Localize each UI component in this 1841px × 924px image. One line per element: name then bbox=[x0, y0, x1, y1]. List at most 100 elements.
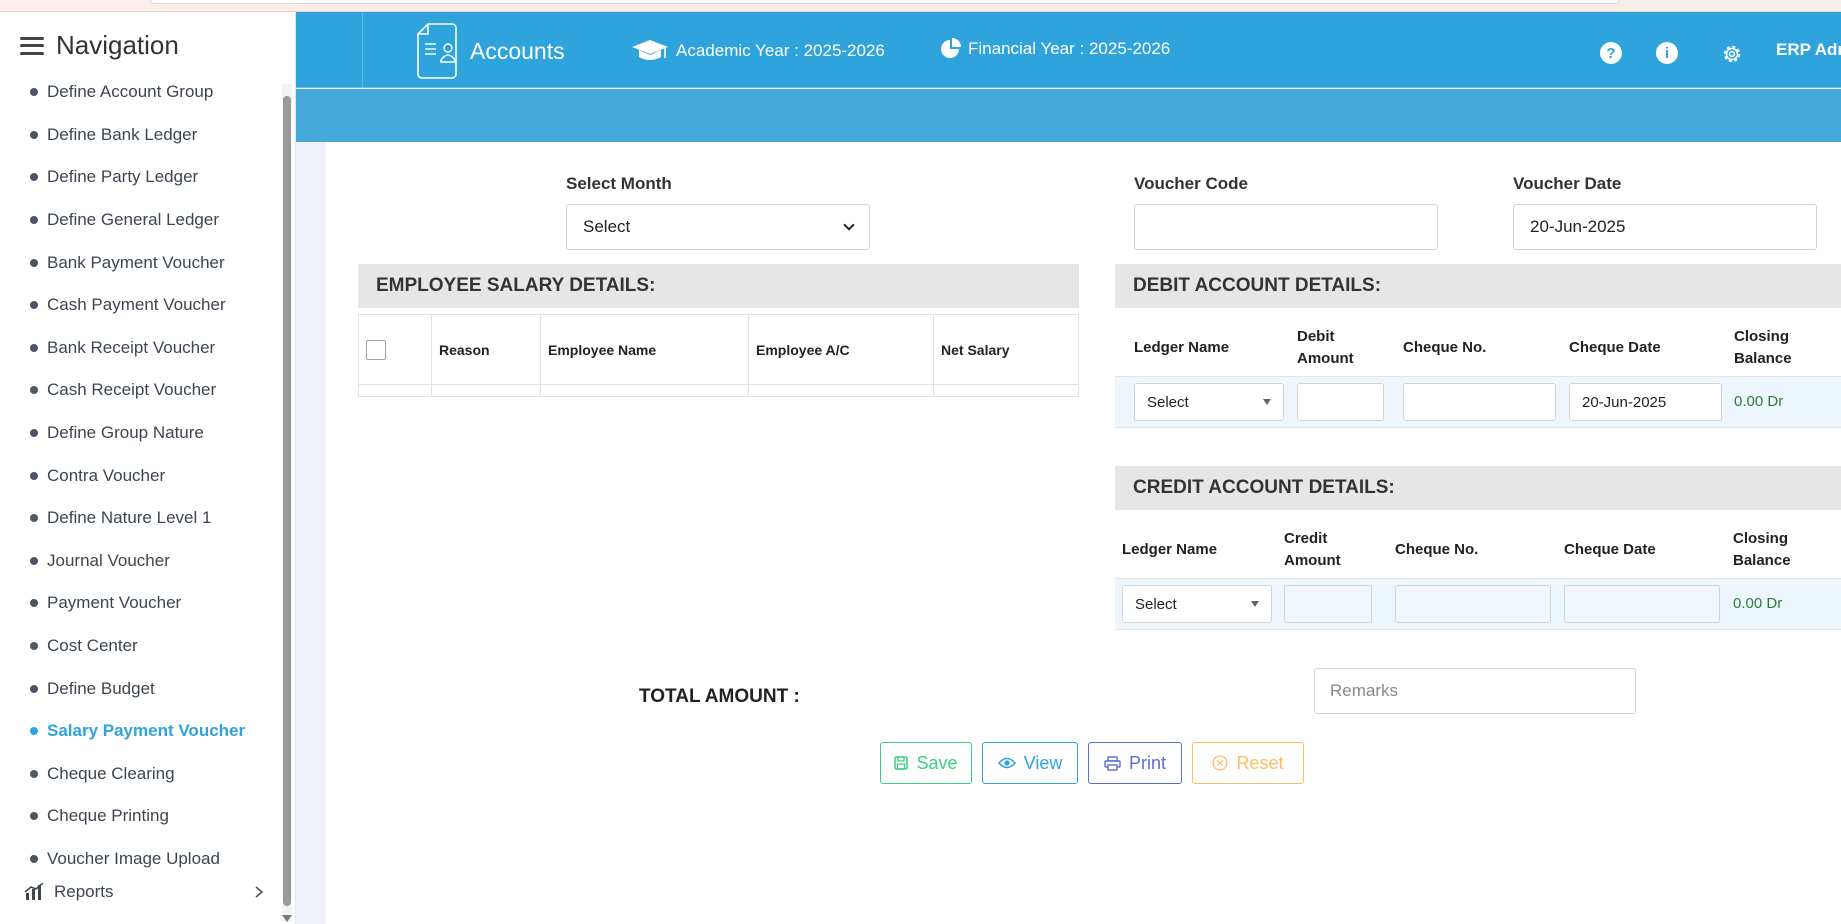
sidebar-item-cheque-printing[interactable]: Cheque Printing bbox=[0, 795, 280, 838]
sidebar-item-cheque-clearing[interactable]: Cheque Clearing bbox=[0, 753, 280, 796]
select-month-dropdown[interactable]: Select bbox=[566, 204, 870, 250]
navigation-header: Navigation bbox=[20, 30, 179, 61]
voucher-code-label: Voucher Code bbox=[1134, 174, 1248, 193]
sidebar-item-cash-receipt-voucher[interactable]: Cash Receipt Voucher bbox=[0, 369, 280, 412]
sidebar-item-cash-payment-voucher[interactable]: Cash Payment Voucher bbox=[0, 284, 280, 327]
sidebar-item-label: Journal Voucher bbox=[47, 550, 170, 570]
bullet-icon bbox=[30, 130, 38, 139]
sidebar-item-label: Define Nature Level 1 bbox=[47, 508, 212, 528]
sidebar-item-define-group-nature[interactable]: Define Group Nature bbox=[0, 412, 280, 455]
table-header-row: Reason Employee Name Employee A/C Net Sa… bbox=[358, 314, 1079, 385]
debit-amount-input[interactable] bbox=[1297, 383, 1384, 421]
hamburger-menu-icon[interactable] bbox=[20, 36, 44, 55]
sidebar-item-bank-receipt-voucher[interactable]: Bank Receipt Voucher bbox=[0, 327, 280, 370]
save-button[interactable]: Save bbox=[880, 742, 972, 784]
print-button[interactable]: Print bbox=[1088, 742, 1182, 784]
select-month-label: Select Month bbox=[566, 174, 672, 193]
sidebar-item-label: Voucher Image Upload bbox=[47, 848, 220, 868]
bullet-icon bbox=[30, 684, 38, 693]
sidebar: Navigation Define Account Group Define Ba… bbox=[0, 12, 296, 924]
scroll-down-arrow-icon[interactable] bbox=[282, 915, 292, 922]
bullet-icon bbox=[30, 258, 38, 267]
financial-year[interactable]: Financial Year : 2025-2026 bbox=[940, 38, 1170, 60]
sidebar-item-salary-payment-voucher[interactable]: Salary Payment Voucher bbox=[0, 710, 280, 753]
credit-amount-input[interactable] bbox=[1284, 585, 1372, 623]
save-label: Save bbox=[916, 752, 958, 773]
sidebar-scrollbar[interactable] bbox=[282, 84, 292, 922]
bullet-icon bbox=[30, 173, 38, 182]
select-month-value: Select bbox=[583, 217, 631, 236]
column-header: Employee A/C bbox=[748, 314, 934, 385]
sidebar-item-define-general-ledger[interactable]: Define General Ledger bbox=[0, 199, 280, 242]
sidebar-item-voucher-image-upload[interactable]: Voucher Image Upload bbox=[0, 838, 280, 874]
sidebar-item-label: Define Party Ledger bbox=[47, 167, 199, 187]
debit-cheque-date-input[interactable]: 20-Jun-2025 bbox=[1569, 383, 1722, 421]
view-button[interactable]: View bbox=[982, 742, 1078, 784]
info-button[interactable]: i bbox=[1656, 42, 1678, 64]
debit-cheque-no-input[interactable] bbox=[1403, 383, 1556, 421]
bullet-icon bbox=[30, 642, 38, 651]
sidebar-item-define-account-group[interactable]: Define Account Group bbox=[0, 84, 280, 114]
credit-closing-balance: 0.00 Dr bbox=[1733, 595, 1783, 612]
sidebar-item-define-bank-ledger[interactable]: Define Bank Ledger bbox=[0, 114, 280, 157]
bullet-icon bbox=[30, 471, 38, 480]
sidebar-item-label: Bank Payment Voucher bbox=[47, 252, 225, 272]
dropdown-arrow-icon bbox=[1251, 601, 1259, 607]
column-header: Cheque Date bbox=[1569, 339, 1661, 356]
browser-address-edge bbox=[150, 0, 1620, 4]
debit-closing-balance: 0.00 Dr bbox=[1734, 393, 1784, 410]
sidebar-item-label: Salary Payment Voucher bbox=[47, 721, 246, 741]
bullet-icon bbox=[30, 599, 38, 608]
sidebar-item-label: Define Bank Ledger bbox=[47, 124, 198, 144]
column-header: Credit Amount bbox=[1284, 530, 1341, 569]
sidebar-menu: Define Account Group Define Bank Ledger De… bbox=[0, 84, 280, 874]
print-label: Print bbox=[1128, 752, 1166, 773]
app-name: Accounts bbox=[470, 37, 565, 64]
settings-button[interactable] bbox=[1720, 42, 1744, 66]
help-button[interactable]: ? bbox=[1600, 42, 1622, 64]
sidebar-item-label: Bank Receipt Voucher bbox=[47, 337, 216, 357]
top-header: Accounts Academic Year : 2025-2026 Finan… bbox=[296, 12, 1841, 88]
total-amount-label: TOTAL AMOUNT : bbox=[639, 686, 800, 707]
scrollbar-thumb[interactable] bbox=[283, 96, 291, 906]
sidebar-item-payment-voucher[interactable]: Payment Voucher bbox=[0, 582, 280, 625]
app-title[interactable]: Accounts bbox=[416, 22, 565, 80]
sidebar-item-contra-voucher[interactable]: Contra Voucher bbox=[0, 454, 280, 497]
voucher-date-input[interactable]: 20-Jun-2025 bbox=[1513, 204, 1817, 250]
sidebar-item-bank-payment-voucher[interactable]: Bank Payment Voucher bbox=[0, 241, 280, 284]
credit-ledger-select[interactable]: Select bbox=[1122, 585, 1272, 623]
voucher-code-input[interactable] bbox=[1134, 204, 1438, 250]
accounts-document-icon bbox=[417, 23, 457, 79]
eye-icon bbox=[997, 757, 1016, 769]
sidebar-item-label: Define General Ledger bbox=[47, 210, 220, 230]
help-icon[interactable]: ? bbox=[1600, 42, 1622, 64]
user-menu[interactable]: ERP Adr bbox=[1776, 40, 1841, 60]
chevron-right-icon bbox=[255, 886, 264, 898]
info-icon[interactable]: i bbox=[1656, 42, 1678, 64]
sidebar-item-define-nature-level-1[interactable]: Define Nature Level 1 bbox=[0, 497, 280, 540]
column-header: Debit Amount bbox=[1297, 328, 1354, 367]
sidebar-item-label: Payment Voucher bbox=[47, 593, 182, 613]
financial-year-text: Financial Year : 2025-2026 bbox=[968, 39, 1171, 58]
reset-button[interactable]: Reset bbox=[1192, 742, 1304, 784]
bullet-icon bbox=[30, 88, 38, 97]
bullet-icon bbox=[30, 727, 38, 736]
academic-year[interactable]: Academic Year : 2025-2026 bbox=[630, 38, 885, 64]
select-all-checkbox[interactable] bbox=[366, 339, 386, 360]
column-header: Employee Name bbox=[540, 314, 749, 385]
debit-ledger-select[interactable]: Select bbox=[1134, 383, 1284, 421]
remarks-input[interactable]: Remarks bbox=[1314, 668, 1636, 714]
voucher-date-label: Voucher Date bbox=[1513, 174, 1622, 193]
sidebar-item-label: Define Budget bbox=[47, 678, 155, 698]
sidebar-item-reports[interactable]: Reports bbox=[24, 882, 274, 902]
credit-cheque-date-input[interactable] bbox=[1564, 585, 1720, 623]
graduation-cap-icon bbox=[632, 40, 668, 60]
credit-cheque-no-input[interactable] bbox=[1395, 585, 1551, 623]
sidebar-item-journal-voucher[interactable]: Journal Voucher bbox=[0, 540, 280, 583]
gear-icon[interactable] bbox=[1720, 42, 1744, 66]
sidebar-item-define-party-ledger[interactable]: Define Party Ledger bbox=[0, 156, 280, 199]
dropdown-arrow-icon bbox=[1263, 399, 1271, 405]
sidebar-item-define-budget[interactable]: Define Budget bbox=[0, 667, 280, 710]
sidebar-item-cost-center[interactable]: Cost Center bbox=[0, 625, 280, 668]
main-content: Select Month Select Voucher Code Voucher… bbox=[326, 142, 1841, 924]
